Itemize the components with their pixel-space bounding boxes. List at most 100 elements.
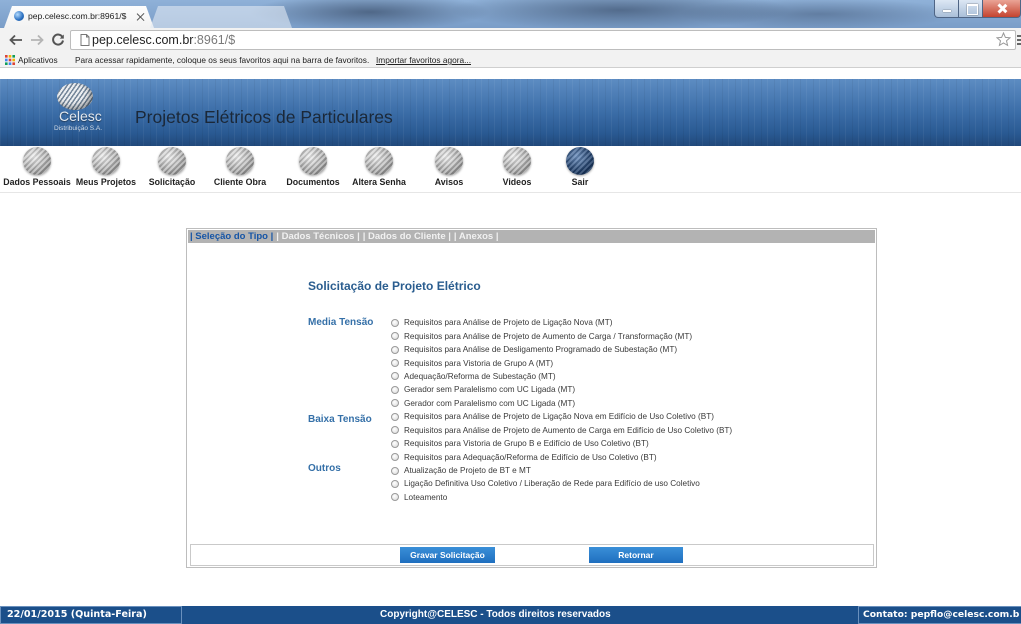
group-label-baixa-tensao: Baixa Tensão [308, 414, 372, 425]
nav-item-meus-projetos[interactable]: Meus Projetos [69, 147, 143, 191]
celesc-logo-globe-icon [57, 83, 93, 110]
import-bookmarks-link[interactable]: Importar favoritos agora... [376, 55, 471, 65]
group-label-media-tensao: Media Tensão [308, 317, 374, 328]
tab-dados-tecnicos[interactable]: | Dados Técnicos | [276, 231, 359, 242]
option-radio[interactable] [391, 412, 399, 421]
window-close-icon[interactable] [982, 0, 1021, 18]
option-label[interactable]: Requisitos para Análise de Projeto de Li… [404, 412, 714, 421]
url-text[interactable]: pep.celesc.com.br:8961/$ [92, 33, 235, 47]
option-label[interactable]: Gerador com Paralelismo com UC Ligada (M… [404, 399, 575, 408]
nav-item-documentos[interactable]: Documentos [276, 147, 350, 191]
nav-item-label: Documentos [286, 177, 340, 187]
save-request-button[interactable]: Gravar Solicitação [400, 547, 495, 563]
menu-icon[interactable] [1017, 33, 1021, 47]
nav-item-dados-pessoais[interactable]: Dados Pessoais [0, 147, 74, 191]
tab-anexos[interactable]: | Anexos | [454, 231, 499, 242]
back-button[interactable]: Retornar [589, 547, 683, 563]
bookmarks-bar: Aplicativos Para acessar rapidamente, co… [0, 52, 1021, 68]
tab-dados-do-cliente[interactable]: | Dados do Cliente | [363, 231, 451, 242]
option-row[interactable]: Gerador com Paralelismo com UC Ligada (M… [391, 397, 871, 410]
browser-tab-active[interactable]: pep.celesc.com.br:8961/$ [4, 6, 154, 28]
window-controls [934, 0, 1021, 18]
option-radio[interactable] [391, 493, 399, 502]
form-button-bar [190, 544, 874, 566]
option-row[interactable]: Requisitos para Análise de Projeto de Au… [391, 329, 871, 342]
nav-item-label: Avisos [434, 177, 464, 187]
globe-icon [92, 147, 120, 175]
logo-subtitle: Distribuição S.A. [54, 125, 103, 132]
option-row[interactable]: Atualização de Projeto de BT e MT [391, 464, 871, 477]
apps-grid-icon[interactable] [5, 55, 15, 65]
option-radio[interactable] [391, 479, 399, 488]
wizard-tab-bar: | Seleção do Tipo | | Dados Técnicos | | D… [188, 230, 875, 243]
option-radio[interactable] [391, 332, 399, 341]
option-label[interactable]: Loteamento [404, 493, 447, 502]
url-path: :8961/$ [193, 33, 236, 47]
globe-icon [158, 147, 186, 175]
star-icon[interactable] [996, 32, 1011, 47]
option-row[interactable]: Requisitos para Análise de Projeto de Li… [391, 316, 871, 329]
nav-item-label: Altera Senha [352, 177, 406, 187]
option-label[interactable]: Atualização de Projeto de BT e MT [404, 466, 531, 475]
option-label[interactable]: Gerador sem Paralelismo com UC Ligada (M… [404, 385, 575, 394]
option-row[interactable]: Loteamento [391, 491, 871, 504]
nav-item-label: Solicitação [148, 177, 196, 187]
footer-copyright: Copyright@CELESC - Todos direitos reserv… [380, 609, 611, 620]
forward-arrow-icon[interactable] [30, 34, 44, 46]
footer-contact[interactable]: Contato: pepflo@celesc.com.b [863, 609, 1019, 620]
apps-link[interactable]: Aplicativos [18, 55, 58, 65]
option-row[interactable]: Requisitos para Análise de Projeto de Li… [391, 410, 871, 423]
main-nav: Dados Pessoais Meus Projetos Solicitação… [0, 146, 1021, 193]
option-radio[interactable] [391, 453, 399, 462]
tab-selecao-do-tipo[interactable]: | Seleção do Tipo | [190, 231, 273, 242]
option-label[interactable]: Requisitos para Vistoria de Grupo B e Ed… [404, 439, 649, 448]
back-arrow-icon[interactable] [9, 34, 23, 46]
option-radio[interactable] [391, 372, 399, 381]
minimize-icon[interactable] [934, 0, 959, 18]
nav-item-altera-senha[interactable]: Altera Senha [342, 147, 416, 191]
request-type-options: Requisitos para Análise de Projeto de Li… [391, 316, 871, 504]
option-label[interactable]: Requisitos para Análise de Desligamento … [404, 345, 677, 354]
option-radio[interactable] [391, 385, 399, 394]
option-label[interactable]: Requisitos para Vistoria de Grupo A (MT) [404, 359, 553, 368]
globe-icon [226, 147, 254, 175]
nav-item-avisos[interactable]: Avisos [412, 147, 486, 191]
reload-icon[interactable] [51, 33, 65, 47]
favicon-globe-icon [14, 11, 24, 21]
option-radio[interactable] [391, 439, 399, 448]
option-radio[interactable] [391, 426, 399, 435]
option-row[interactable]: Requisitos para Análise de Desligamento … [391, 343, 871, 356]
option-radio[interactable] [391, 318, 399, 327]
option-row[interactable]: Requisitos para Vistoria de Grupo B e Ed… [391, 437, 871, 450]
nav-item-solicitacao[interactable]: Solicitação [135, 147, 209, 191]
site-title: Projetos Elétricos de Particulares [135, 107, 393, 127]
option-row[interactable]: Requisitos para Análise de Projeto de Au… [391, 424, 871, 437]
option-label[interactable]: Requisitos para Adequação/Reforma de Edi… [404, 453, 657, 462]
option-label[interactable]: Adequação/Reforma de Subestação (MT) [404, 372, 556, 381]
footer-date: 22/01/2015 (Quinta-Feira) [7, 609, 147, 620]
option-radio[interactable] [391, 399, 399, 408]
option-label[interactable]: Requisitos para Análise de Projeto de Li… [404, 318, 612, 327]
option-row[interactable]: Adequação/Reforma de Subestação (MT) [391, 370, 871, 383]
option-label[interactable]: Ligação Definitiva Uso Coletivo / Libera… [404, 479, 700, 488]
nav-item-label: Cliente Obra [213, 177, 267, 187]
globe-icon [503, 147, 531, 175]
maximize-icon[interactable] [958, 0, 983, 18]
option-label[interactable]: Requisitos para Análise de Projeto de Au… [404, 332, 692, 341]
nav-item-label: Dados Pessoais [3, 177, 71, 187]
globe-icon-dark [566, 147, 594, 175]
option-row[interactable]: Requisitos para Adequação/Reforma de Edi… [391, 450, 871, 463]
tab-title: pep.celesc.com.br:8961/$ [28, 11, 127, 21]
tab-close-icon[interactable] [137, 13, 145, 21]
option-radio[interactable] [391, 359, 399, 368]
option-radio[interactable] [391, 466, 399, 475]
nav-item-cliente-obra[interactable]: Cliente Obra [203, 147, 277, 191]
nav-item-label: Meus Projetos [75, 177, 137, 187]
browser-tab-blurred[interactable] [150, 6, 292, 28]
option-radio[interactable] [391, 345, 399, 354]
nav-item-sair[interactable]: Sair [543, 147, 617, 191]
option-row[interactable]: Ligação Definitiva Uso Coletivo / Libera… [391, 477, 871, 490]
option-label[interactable]: Requisitos para Análise de Projeto de Au… [404, 426, 732, 435]
option-row[interactable]: Requisitos para Vistoria de Grupo A (MT) [391, 356, 871, 369]
option-row[interactable]: Gerador sem Paralelismo com UC Ligada (M… [391, 383, 871, 396]
